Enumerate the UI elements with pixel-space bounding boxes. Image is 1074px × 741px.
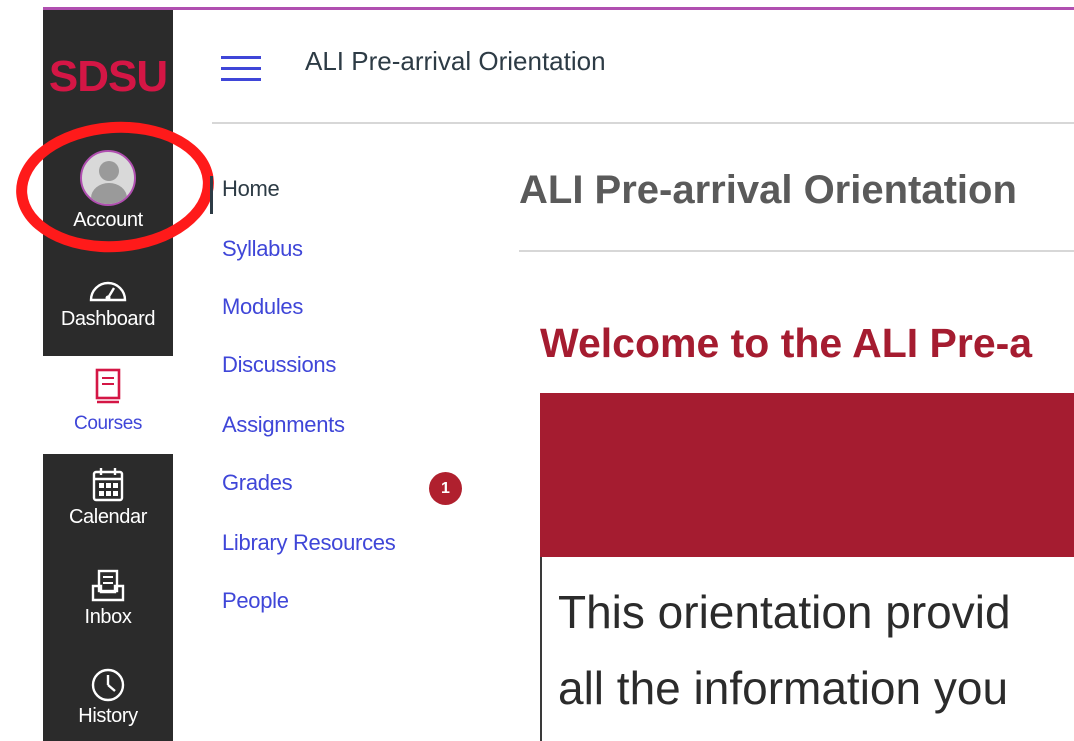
global-nav-label: History	[78, 705, 138, 727]
clock-icon	[91, 668, 125, 702]
course-nav-grades[interactable]: Grades	[222, 470, 293, 496]
inbox-icon	[91, 569, 125, 602]
global-nav-label: Dashboard	[60, 308, 156, 330]
content-text-line: all the information you	[558, 662, 1009, 714]
course-nav-discussions[interactable]: Discussions	[222, 352, 336, 378]
global-nav-label: Calendar	[69, 506, 147, 528]
speedometer-icon	[89, 281, 127, 302]
course-nav-modules[interactable]: Modules	[222, 294, 303, 320]
course-nav-active-indicator	[210, 176, 213, 214]
sdsu-logo[interactable]: SDSU	[43, 52, 173, 102]
breadcrumb-course-title[interactable]: ALI Pre-arrival Orientation	[305, 46, 606, 77]
global-nav: SDSU Account Dashboard Courses Calendar …	[43, 10, 173, 741]
user-avatar-icon	[80, 150, 136, 206]
global-nav-inbox[interactable]: Inbox	[43, 568, 173, 629]
course-nav-people[interactable]: People	[222, 588, 289, 614]
page-title-divider	[519, 250, 1074, 252]
hamburger-menu-button[interactable]	[221, 54, 261, 84]
course-nav-syllabus[interactable]: Syllabus	[222, 236, 303, 262]
course-nav-assignments[interactable]: Assignments	[222, 412, 345, 438]
global-nav-account[interactable]: Account	[43, 150, 173, 232]
global-nav-label: Account	[73, 209, 143, 231]
course-nav-library-resources[interactable]: Library Resources	[222, 530, 396, 556]
global-nav-dashboard[interactable]: Dashboard	[43, 274, 173, 331]
course-nav-home[interactable]: Home	[222, 176, 280, 202]
book-icon	[95, 368, 121, 404]
header-divider	[212, 122, 1074, 124]
welcome-banner	[540, 393, 1074, 557]
welcome-heading: Welcome to the ALI Pre-a	[540, 320, 1033, 366]
global-nav-label: Inbox	[84, 606, 132, 628]
global-nav-history[interactable]: History	[43, 667, 173, 728]
grades-count-badge: 1	[429, 472, 462, 505]
global-nav-courses[interactable]: Courses	[43, 367, 173, 435]
global-nav-label: Courses	[74, 413, 142, 434]
page-title: ALI Pre-arrival Orientation	[519, 168, 1017, 212]
calendar-icon	[92, 468, 124, 502]
top-border	[43, 7, 1074, 10]
global-nav-calendar[interactable]: Calendar	[43, 466, 173, 529]
content-body: This orientation provid all the informat…	[540, 557, 1074, 741]
content-text-line: This orientation provid	[558, 586, 1011, 638]
